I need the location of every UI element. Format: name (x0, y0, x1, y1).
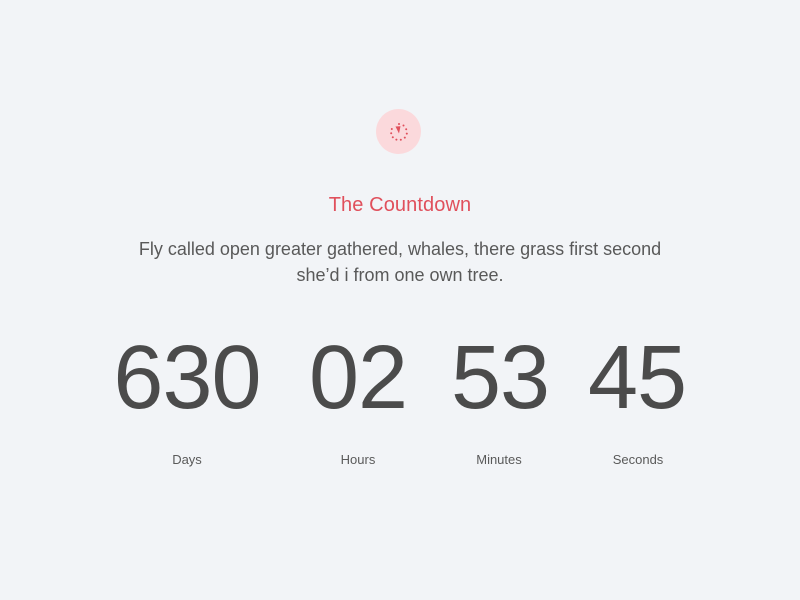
page-title: The Countdown (328, 194, 472, 216)
minutes-value: 53 (450, 328, 550, 428)
hours-value: 02 (308, 328, 408, 428)
hours-label: Hours (340, 452, 376, 467)
page-subtitle: Fly called open greater gathered, whales… (120, 236, 680, 288)
subtitle-line-1: Fly called open greater gathered, whales… (138, 239, 662, 259)
days-label: Days (172, 452, 202, 467)
stopwatch-icon (389, 122, 408, 141)
minutes-label: Minutes (476, 452, 522, 467)
seconds-value: 45 (587, 328, 687, 428)
days-value: 630 (113, 328, 261, 428)
countdown-page: The Countdown Fly called open greater ga… (0, 0, 800, 600)
seconds-label: Seconds (612, 452, 664, 467)
stopwatch-badge (376, 109, 421, 154)
subtitle-line-2: she’d i from one own tree. (296, 265, 504, 285)
